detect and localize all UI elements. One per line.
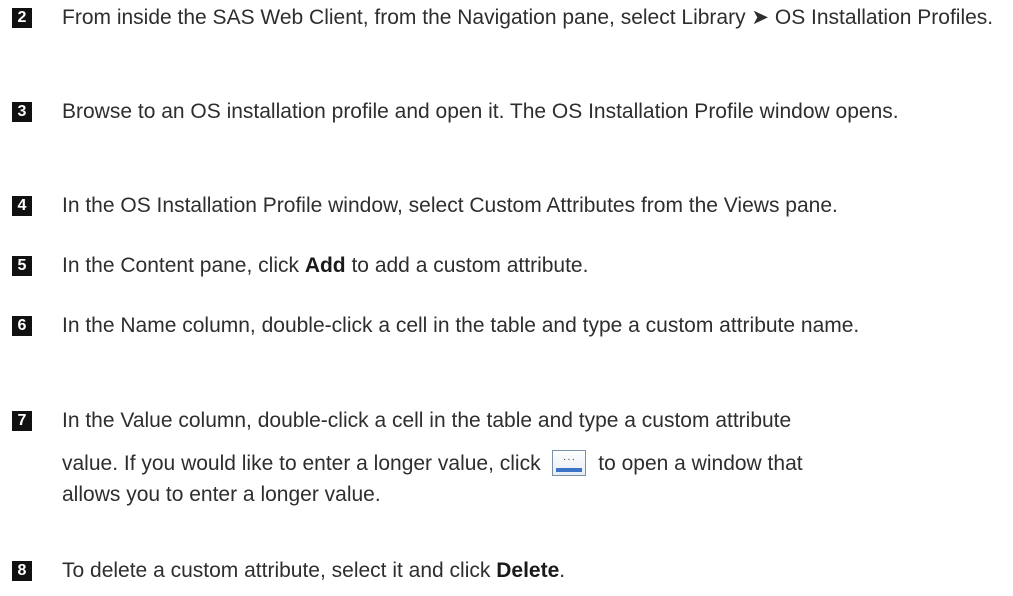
step-text: To delete a custom attribute, select it … (62, 554, 1007, 588)
step-text: In the Value column, double-click a cell… (62, 404, 1007, 512)
delete-label: Delete (496, 559, 560, 582)
step-number-badge: 4 (12, 196, 32, 216)
step-text: Browse to an OS installation profile and… (62, 100, 899, 123)
add-label: Add (304, 254, 346, 277)
step-text-line-2-before: value. If you would like to enter a long… (62, 452, 547, 475)
step-text-line-2-after: to open a window that (592, 452, 803, 475)
step-number-badge: 7 (12, 411, 32, 431)
step-text-before: To delete a custom attribute, select it … (62, 559, 497, 582)
step-number-badge: 8 (12, 561, 32, 581)
step-number-badge: 2 (12, 8, 32, 28)
step-text-before: In the Content pane, click (62, 254, 305, 277)
ellipsis-button-icon: ··· (552, 450, 587, 476)
step-number-badge: 5 (12, 256, 32, 276)
step-text: In the Name column, double-click a cell … (62, 314, 860, 337)
step-text: In the Content pane, click Add to add a … (62, 249, 1007, 283)
step-text-after: to add a custom attribute. (345, 254, 589, 277)
step-text: From inside the SAS Web Client, from the… (62, 6, 994, 29)
step-number-badge: 3 (12, 102, 32, 122)
step-text: In the OS Installation Profile window, s… (62, 194, 838, 217)
step-number-badge: 6 (12, 316, 32, 336)
step-text-line-1: In the Value column, double-click a cell… (62, 409, 792, 432)
step-text-after: . (559, 559, 566, 582)
